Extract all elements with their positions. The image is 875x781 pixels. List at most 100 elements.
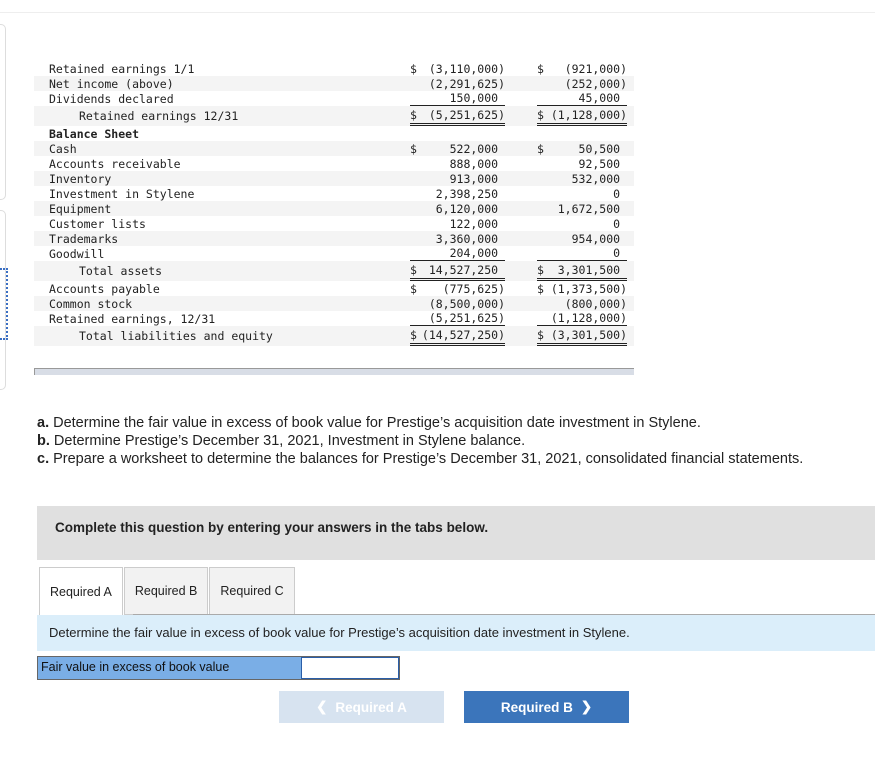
amount-value: 50,500: [578, 141, 627, 156]
amount-value: (1,128,000): [550, 107, 627, 122]
question-c: c. Prepare a worksheet to determine the …: [37, 451, 804, 467]
tab-required-c[interactable]: Required C: [209, 567, 295, 615]
amount-value: 0: [613, 186, 627, 201]
amount-value: (1,128,000): [550, 311, 627, 325]
amount-value: 122,000: [449, 216, 505, 231]
next-required-b-button[interactable]: Required B ❯: [464, 691, 629, 723]
amount-value: 204,000: [449, 246, 505, 260]
currency-symbol: $: [410, 327, 417, 342]
amount-value: (5,251,625): [428, 311, 505, 325]
amount-cell: 122,000: [410, 216, 505, 231]
amount-value: 954,000: [571, 231, 627, 246]
currency-symbol: $: [537, 107, 544, 122]
row-label: Net income (above): [49, 76, 174, 91]
row-label: Total liabilities and equity: [79, 329, 273, 343]
table-row: Accounts receivable 888,000 92,500: [34, 156, 634, 171]
currency-symbol: $: [537, 61, 544, 76]
amount-value: 0: [613, 246, 627, 260]
amount-value: (5,251,625): [428, 107, 505, 122]
chevron-left-icon: ❮: [316, 699, 328, 714]
prev-required-a-button[interactable]: ❮ Required A: [279, 691, 444, 723]
tab-bar: Required A Required B Required C: [39, 567, 296, 616]
row-label: Dividends declared: [49, 91, 174, 106]
amount-cell: 92,500: [537, 156, 627, 171]
tab-required-a[interactable]: Required A: [39, 567, 123, 616]
side-panel-edge: [0, 24, 6, 200]
amount-cell: 2,398,250: [410, 186, 505, 201]
table-row: Inventory 913,000 532,000: [34, 171, 634, 186]
row-label: Balance Sheet: [49, 126, 140, 141]
table-row: Total liabilities and equity $ (14,527,250…: [34, 326, 634, 346]
table-scrollbar[interactable]: [34, 368, 634, 375]
amount-value: 1,672,500: [557, 201, 627, 216]
row-label: Accounts payable: [49, 281, 160, 296]
amount-value: 888,000: [449, 156, 505, 171]
table-row: Retained earnings, 12/31 (5,251,625) (1,12…: [34, 311, 634, 326]
amount-cell: (800,000): [537, 296, 627, 311]
amount-value: (2,291,625): [428, 76, 505, 91]
amount-cell: (5,251,625): [410, 311, 505, 326]
amount-cell: 954,000: [537, 231, 627, 246]
amount-value: (1,373,500): [550, 281, 627, 296]
amount-cell: 532,000: [537, 171, 627, 186]
amount-value: 0: [613, 216, 627, 231]
amount-value: 92,500: [578, 156, 627, 171]
table-row: Total assets $14,527,250 $3,301,500: [34, 261, 634, 281]
table-row: Trademarks 3,360,000 954,000: [34, 231, 634, 246]
table-row: Equipment 6,120,000 1,672,500: [34, 201, 634, 216]
row-label: Cash: [49, 141, 77, 156]
amount-cell: 888,000: [410, 156, 505, 171]
amount-cell: 0: [537, 246, 627, 261]
amount-cell: 150,000: [410, 91, 505, 106]
table-row: Retained earnings 1/1 $ (3,110,000) $ (921,0…: [34, 61, 634, 76]
questions: a. Determine the fair value in excess of…: [37, 414, 803, 468]
row-label: Retained earnings 1/1: [49, 61, 195, 76]
amount-cell: $ (1,128,000): [537, 106, 627, 126]
currency-symbol: $: [410, 281, 417, 296]
amount-cell: $ (3,301,500): [537, 326, 627, 346]
row-label: Total assets: [79, 264, 163, 278]
row-label: Customer lists: [49, 216, 146, 231]
amount-cell: $ (921,000): [537, 61, 627, 76]
amount-cell: (252,000): [537, 76, 627, 91]
table-row: Accounts payable $ (775,625) $ (1,373,500): [34, 281, 634, 296]
table-row: Goodwill 204,000 0: [34, 246, 634, 261]
fair-value-input[interactable]: [301, 657, 399, 679]
amount-value: (800,000): [564, 296, 627, 311]
row-label: Equipment: [49, 201, 112, 216]
amount-value: 14,527,250: [428, 262, 505, 277]
currency-symbol: $: [537, 262, 544, 277]
fair-value-label: Fair value in excess of book value: [38, 657, 301, 679]
currency-symbol: $: [410, 61, 417, 76]
row-label: Common stock: [49, 296, 133, 311]
row-label: Inventory: [49, 171, 112, 186]
amount-value: (14,527,250): [421, 327, 505, 342]
table-row: Net income (above) (2,291,625) (252,000): [34, 76, 634, 91]
row-label: Retained earnings 12/31: [79, 109, 239, 123]
amount-value: (921,000): [564, 61, 627, 76]
amount-cell: 45,000: [537, 91, 627, 106]
table-row: Cash $522,000 $50,500: [34, 141, 634, 156]
currency-symbol: $: [410, 262, 417, 277]
row-label: Accounts receivable: [49, 156, 181, 171]
amount-value: 3,360,000: [435, 231, 505, 246]
amount-value: 3,301,500: [557, 262, 627, 277]
amount-value: 150,000: [449, 91, 505, 105]
row-label: Retained earnings, 12/31: [49, 311, 216, 326]
amount-value: 2,398,250: [435, 186, 505, 201]
tab-required-b[interactable]: Required B: [123, 567, 209, 615]
tab-instruction: Determine the fair value in excess of bo…: [37, 615, 875, 651]
amount-cell: $ (1,373,500): [537, 281, 627, 296]
table-row: Investment in Stylene 2,398,250 0: [34, 186, 634, 201]
amount-value: 45,000: [578, 91, 627, 105]
instructions-banner: Complete this question by entering your …: [37, 506, 875, 560]
amount-value: (3,110,000): [428, 61, 505, 76]
amount-cell: $522,000: [410, 141, 505, 156]
amount-value: (3,301,500): [550, 327, 627, 342]
table-row: Dividends declared 150,000 45,000: [34, 91, 634, 106]
currency-symbol: $: [537, 327, 544, 342]
amount-value: (8,500,000): [428, 296, 505, 311]
financial-statements-table: Retained earnings 1/1 $ (3,110,000) $ (921,0…: [34, 61, 634, 346]
amount-value: 522,000: [449, 141, 505, 156]
amount-cell: $14,527,250: [410, 261, 505, 281]
